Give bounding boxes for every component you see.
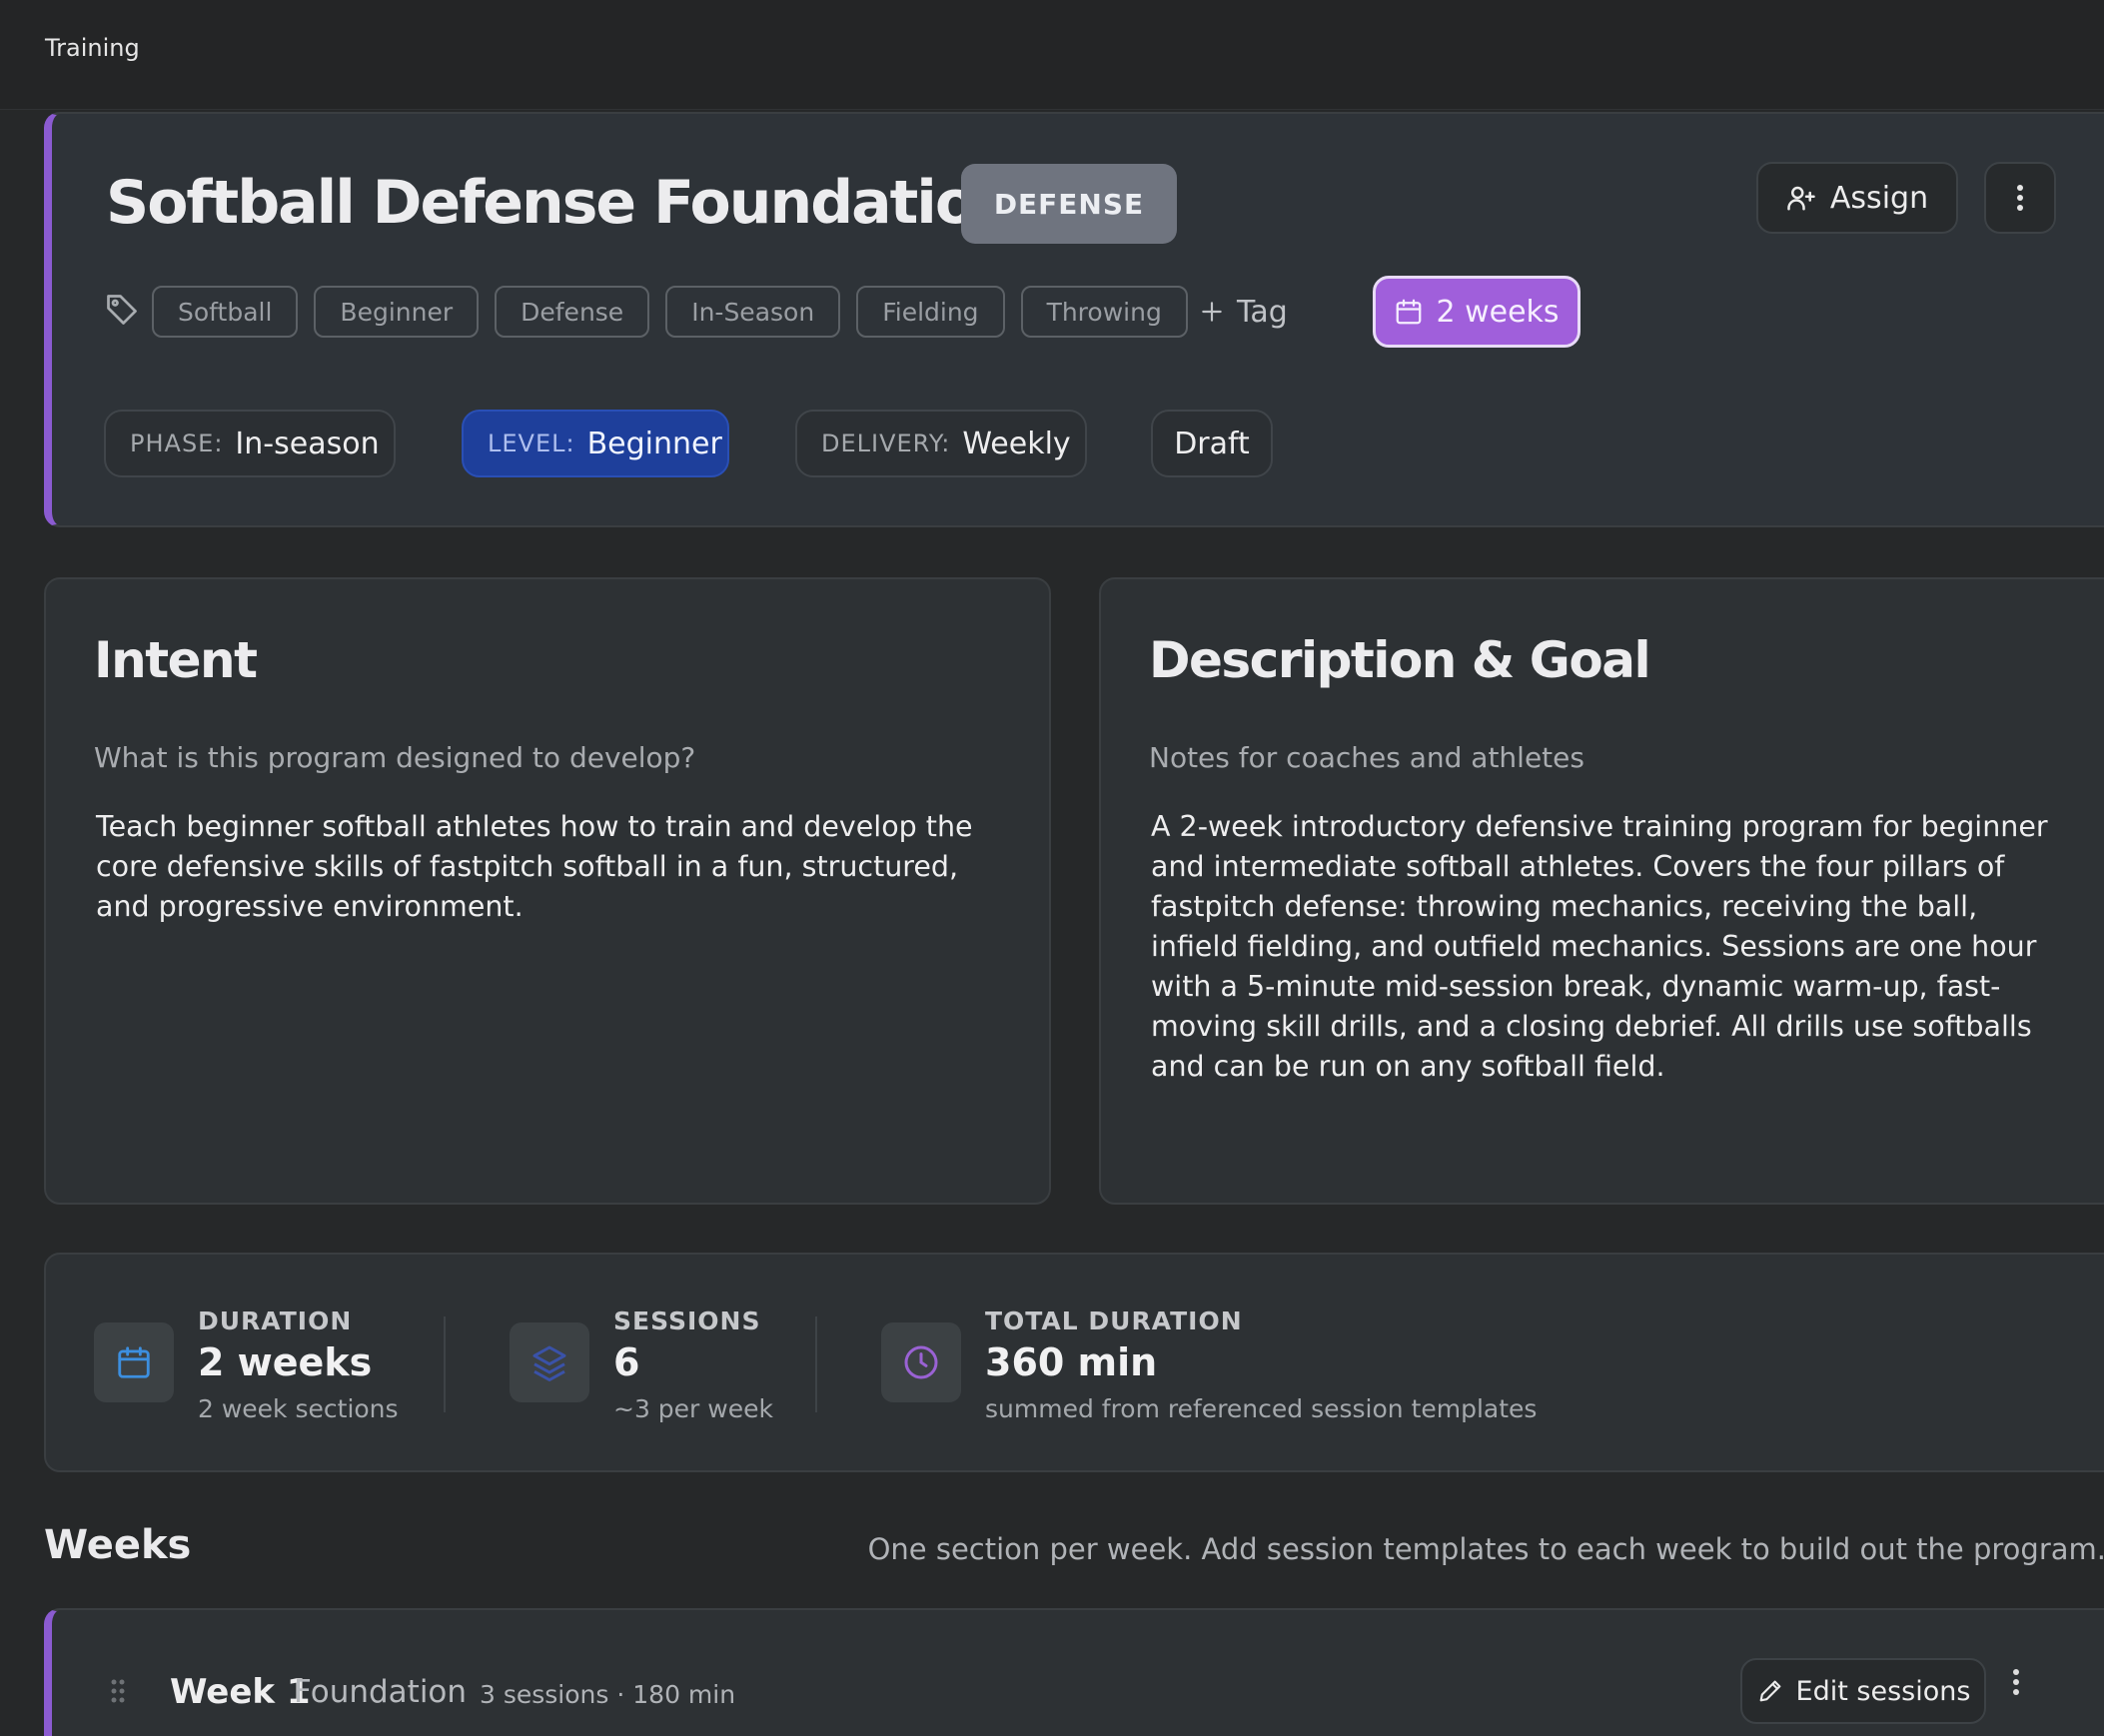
duration-stat-value: 2 weeks — [198, 1340, 373, 1384]
level-key: LEVEL: — [488, 430, 575, 457]
intent-title: Intent — [94, 631, 258, 689]
total-stat-label: TOTAL DURATION — [985, 1306, 1243, 1335]
phase-value: In-season — [235, 426, 380, 461]
program-header-card: Softball Defense Foundations DEFENSE Ass… — [44, 112, 2104, 527]
stat-divider — [444, 1316, 446, 1412]
week-row[interactable]: Week 1 Foundation 3 sessions · 180 min E… — [44, 1608, 2104, 1736]
duration-stat-label: DURATION — [198, 1306, 353, 1335]
user-plus-icon — [1787, 186, 1815, 211]
add-tag-label: Tag — [1237, 294, 1288, 330]
total-stat-icon-box — [881, 1322, 961, 1402]
tag-chip[interactable]: Defense — [495, 286, 650, 338]
add-tag-button[interactable]: Tag — [1199, 288, 1288, 336]
edit-sessions-button[interactable]: Edit sessions — [1740, 1658, 1986, 1724]
page-title: Softball Defense Foundations — [106, 168, 1051, 238]
week-more-icon[interactable] — [2012, 1668, 2020, 1696]
breadcrumb[interactable]: Training — [45, 34, 140, 62]
sessions-stat-sub: ~3 per week — [613, 1394, 773, 1423]
tag-icon — [107, 295, 137, 325]
sessions-stat-value: 6 — [613, 1340, 640, 1384]
calendar-icon — [118, 1346, 150, 1378]
weeks-section-title: Weeks — [44, 1522, 192, 1568]
week-theme: Foundation — [294, 1674, 468, 1710]
layers-icon — [532, 1345, 566, 1381]
level-value: Beginner — [586, 426, 722, 461]
total-stat-sub: summed from referenced session templates — [985, 1394, 1538, 1423]
edit-sessions-label: Edit sessions — [1795, 1675, 1971, 1707]
delivery-key: DELIVERY: — [821, 430, 951, 457]
pencil-icon — [1759, 1680, 1780, 1702]
plus-icon — [1202, 302, 1222, 322]
assign-button[interactable]: Assign — [1756, 162, 1958, 234]
intent-body[interactable]: Teach beginner softball athletes how to … — [96, 807, 995, 927]
description-body[interactable]: A 2-week introductory defensive training… — [1151, 807, 2060, 1087]
phase-key: PHASE: — [130, 430, 224, 457]
total-stat-value: 360 min — [985, 1340, 1158, 1384]
level-chip[interactable]: LEVEL: Beginner — [462, 410, 729, 477]
calendar-icon — [1397, 299, 1422, 325]
status-chip[interactable]: Draft — [1151, 410, 1273, 477]
sessions-stat-icon-box — [510, 1322, 589, 1402]
tag-list: Softball Beginner Defense In-Season Fiel… — [152, 286, 1188, 338]
tag-chip[interactable]: Softball — [152, 286, 299, 338]
intent-card: Intent What is this program designed to … — [44, 577, 1051, 1205]
description-title: Description & Goal — [1149, 631, 1651, 689]
duration-pill-label: 2 weeks — [1436, 294, 1560, 330]
more-vertical-icon — [2017, 185, 2023, 211]
tag-chip[interactable]: Throwing — [1020, 286, 1188, 338]
description-card: Description & Goal Notes for coaches and… — [1099, 577, 2104, 1205]
tag-chip[interactable]: In-Season — [665, 286, 841, 338]
week-name: Week 1 — [170, 1672, 311, 1712]
duration-pill[interactable]: 2 weeks — [1373, 276, 1580, 348]
more-options-button[interactable] — [1984, 162, 2056, 234]
tag-chip[interactable]: Beginner — [314, 286, 480, 338]
delivery-value: Weekly — [962, 426, 1071, 461]
status-value: Draft — [1174, 426, 1250, 461]
week-meta: 3 sessions · 180 min — [480, 1680, 736, 1709]
category-badge: DEFENSE — [961, 164, 1177, 244]
intent-subtitle: What is this program designed to develop… — [94, 741, 696, 774]
tag-chip[interactable]: Fielding — [856, 286, 1005, 338]
description-subtitle: Notes for coaches and athletes — [1149, 741, 1584, 774]
stats-card: DURATION 2 weeks 2 week sections SESSION… — [44, 1253, 2104, 1472]
clock-icon — [904, 1345, 938, 1379]
top-bar: Training — [0, 0, 2104, 110]
duration-stat-sub: 2 week sections — [198, 1394, 399, 1423]
assign-label: Assign — [1829, 180, 1929, 216]
phase-chip[interactable]: PHASE: In-season — [104, 410, 396, 477]
delivery-chip[interactable]: DELIVERY: Weekly — [795, 410, 1087, 477]
duration-stat-icon-box — [94, 1322, 174, 1402]
weeks-section-hint: One section per week. Add session templa… — [867, 1532, 2104, 1566]
drag-handle-icon[interactable] — [110, 1678, 126, 1704]
stat-divider — [815, 1316, 817, 1412]
sessions-stat-label: SESSIONS — [613, 1306, 761, 1335]
